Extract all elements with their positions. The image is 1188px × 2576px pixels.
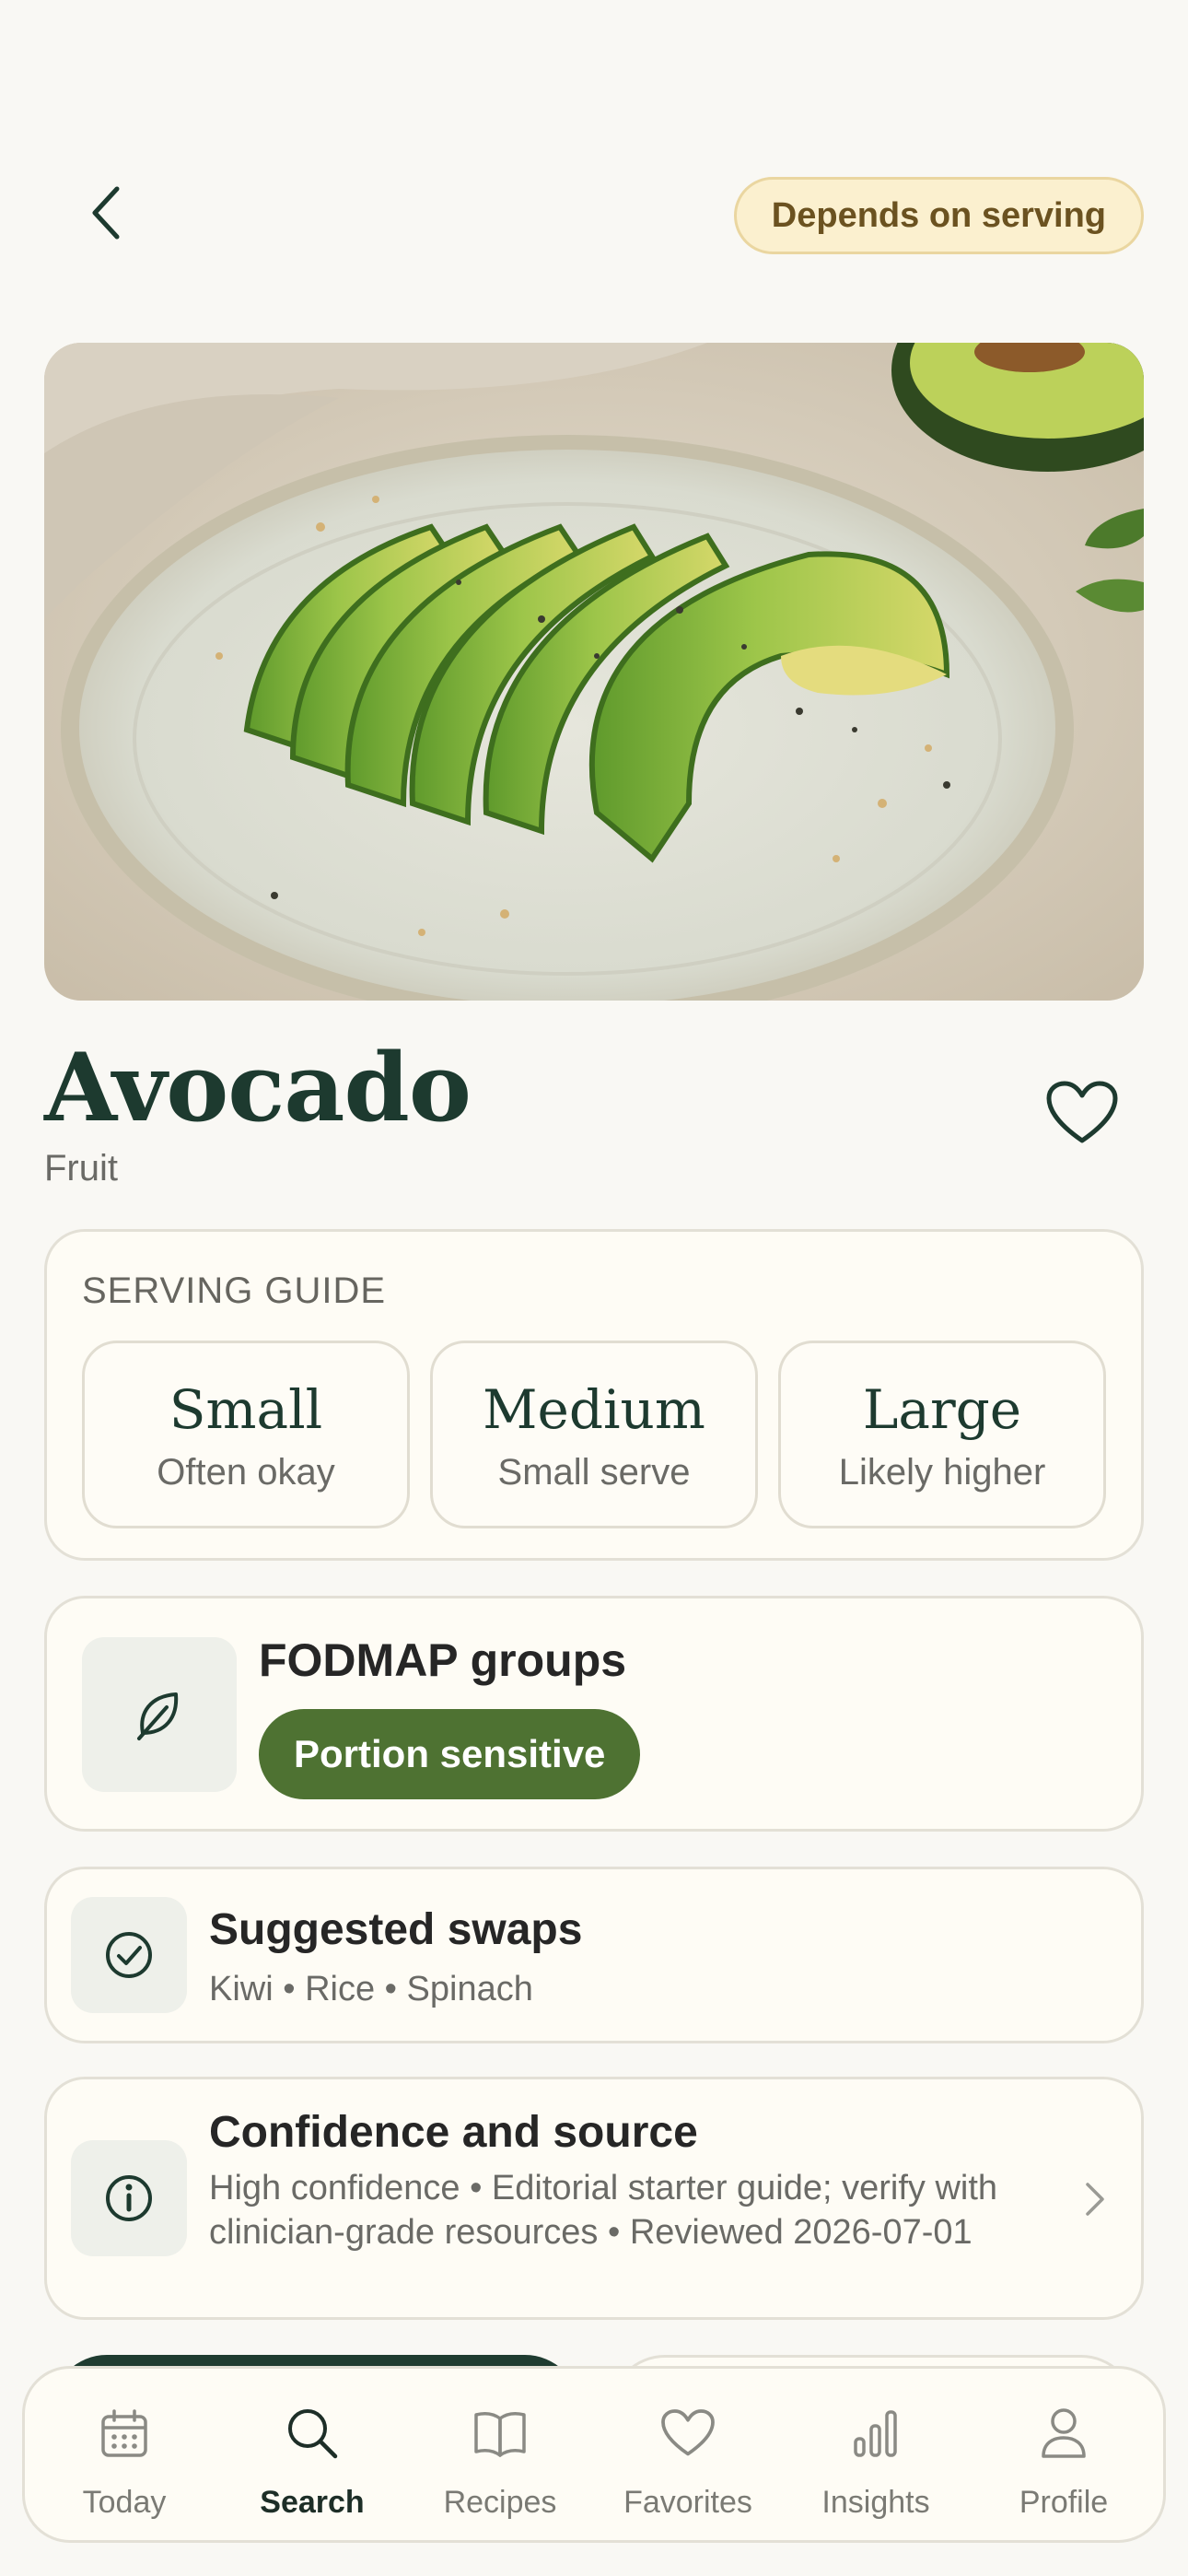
book-icon [474,2412,526,2457]
nav-item-recipes[interactable]: Recipes [406,2369,594,2540]
serving-option-small[interactable]: Small Often okay [82,1341,410,1528]
serving-option-medium[interactable]: Medium Small serve [430,1341,758,1528]
nav-label: Search [260,2485,365,2520]
info-icon [106,2175,152,2221]
back-button[interactable] [74,181,138,245]
nav-label: Favorites [623,2485,752,2520]
chevron-right-icon [1086,2183,1104,2216]
check-circle-icon [106,1932,152,1978]
source-title: Confidence and source [209,2108,698,2157]
source-icon-tile [71,2140,187,2256]
portion-sensitive-pill: Portion sensitive [259,1709,641,1799]
nav-item-insights[interactable]: Insights [782,2369,970,2540]
calendar-icon [101,2409,147,2457]
serving-guide-card: SERVING GUIDE Small Often okay Medium Sm… [44,1229,1144,1561]
nav-item-today[interactable]: Today [30,2369,218,2540]
favorite-button[interactable] [1041,1076,1124,1150]
serving-option-desc: Likely higher [838,1452,1046,1493]
suggested-swaps-card[interactable]: Suggested swaps Kiwi • Rice • Spinach [44,1867,1144,2043]
serving-option-name: Large [862,1378,1022,1441]
serving-option-desc: Small serve [497,1452,691,1493]
fodmap-groups-card: FODMAP groups Portion sensitive [44,1596,1144,1832]
swaps-icon-tile [71,1897,187,2013]
status-badge: Depends on serving [733,177,1144,254]
user-icon [1042,2408,1086,2458]
serving-option-name: Small [169,1378,323,1441]
fodmap-icon-tile [82,1637,237,1792]
page-title: Avocado [44,1033,472,1143]
serving-option-desc: Often okay [157,1452,335,1493]
leaf-icon [137,1692,179,1740]
bottom-nav: Today Search Recipes Favorites Insights … [22,2366,1166,2543]
source-detail: High confidence • Editorial starter guid… [209,2169,998,2252]
nav-item-profile[interactable]: Profile [970,2369,1158,2540]
nav-label: Today [82,2485,167,2520]
heart-icon [661,2409,715,2456]
heart-icon [1046,1081,1118,1143]
swaps-title: Suggested swaps [209,1905,583,1954]
search-icon [288,2409,338,2459]
nav-item-search[interactable]: Search [218,2369,406,2540]
nav-label: Recipes [443,2485,557,2520]
bar-chart-icon [854,2410,897,2457]
nav-item-favorites[interactable]: Favorites [594,2369,782,2540]
fodmap-title: FODMAP groups [259,1634,627,1686]
serving-option-large[interactable]: Large Likely higher [778,1341,1106,1528]
food-hero-image [44,343,1144,1001]
nav-label: Profile [1019,2485,1109,2520]
serving-guide-label: SERVING GUIDE [82,1270,387,1311]
food-category: Fruit [44,1148,118,1188]
chevron-left-icon [92,186,120,240]
serving-option-name: Medium [483,1378,705,1441]
confidence-source-card[interactable]: Confidence and source High confidence • … [44,2077,1144,2320]
nav-label: Insights [821,2485,930,2520]
swaps-list: Kiwi • Rice • Spinach [209,1970,533,2008]
